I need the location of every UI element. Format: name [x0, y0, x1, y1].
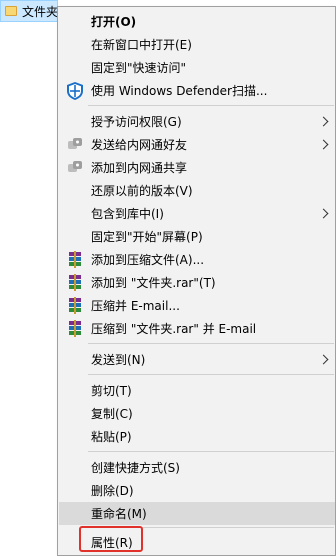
- winrar-icon: [69, 250, 81, 268]
- menu-item-open-new-window[interactable]: 在新窗口中打开(E): [59, 33, 335, 56]
- menu-item-paste[interactable]: 粘贴(P): [59, 425, 335, 448]
- menu-separator: [88, 451, 334, 452]
- menu-item-label: 在新窗口中打开(E): [91, 38, 192, 52]
- context-menu: 打开(O) 在新窗口中打开(E) 固定到"快速访问" 使用 Windows De…: [57, 6, 336, 556]
- menu-item-include-in-library[interactable]: 包含到库中(I): [59, 202, 335, 225]
- menu-item-label: 添加到 "文件夹.rar"(T): [91, 276, 216, 290]
- submenu-arrow-icon: [318, 354, 329, 365]
- properties-highlight-box: [79, 526, 143, 552]
- winrar-icon: [69, 296, 81, 314]
- winrar-icon: [69, 319, 81, 337]
- menu-item-label: 添加到内网通共享: [91, 161, 188, 175]
- menu-item-label: 固定到"开始"屏幕(P): [91, 230, 203, 244]
- menu-item-pin-start[interactable]: 固定到"开始"屏幕(P): [59, 225, 335, 248]
- menu-item-label: 授予访问权限(G): [91, 115, 182, 129]
- menu-item-open[interactable]: 打开(O): [59, 10, 335, 33]
- menu-item-compress-rar-email[interactable]: 压缩到 "文件夹.rar" 并 E-mail: [59, 317, 335, 340]
- menu-separator: [88, 105, 334, 106]
- menu-item-label: 压缩到 "文件夹.rar" 并 E-mail: [91, 322, 257, 336]
- folder-label: 文件夹: [22, 4, 58, 19]
- menu-item-label: 添加到压缩文件(A)...: [91, 253, 205, 267]
- menu-item-create-shortcut[interactable]: 创建快捷方式(S): [59, 456, 335, 479]
- menu-item-label: 使用 Windows Defender扫描...: [91, 84, 268, 98]
- menu-item-label: 剪切(T): [91, 384, 132, 398]
- menu-item-add-lan-share[interactable]: 添加到内网通共享: [59, 156, 335, 179]
- menu-item-copy[interactable]: 复制(C): [59, 402, 335, 425]
- menu-item-label: 重命名(M): [91, 507, 147, 521]
- menu-item-label: 压缩并 E-mail...: [91, 299, 180, 313]
- winrar-icon: [69, 273, 81, 291]
- menu-item-label: 删除(D): [91, 484, 134, 498]
- menu-item-cut[interactable]: 剪切(T): [59, 379, 335, 402]
- folder-icon: [5, 6, 17, 16]
- submenu-arrow-icon: [318, 139, 329, 150]
- menu-item-label: 创建快捷方式(S): [91, 461, 180, 475]
- menu-item-rename[interactable]: 重命名(M): [59, 502, 335, 525]
- menu-separator: [88, 343, 334, 344]
- menu-item-label: 复制(C): [91, 407, 133, 421]
- menu-item-compress-email[interactable]: 压缩并 E-mail...: [59, 294, 335, 317]
- menu-item-restore-versions[interactable]: 还原以前的版本(V): [59, 179, 335, 202]
- menu-item-send-to[interactable]: 发送到(N): [59, 348, 335, 371]
- menu-item-label: 发送给内网通好友: [91, 138, 188, 152]
- menu-item-send-to-lan-friend[interactable]: 发送给内网通好友: [59, 133, 335, 156]
- menu-item-delete[interactable]: 删除(D): [59, 479, 335, 502]
- menu-separator: [88, 374, 334, 375]
- desktop-folder-item[interactable]: 文件夹: [0, 0, 58, 22]
- menu-item-label: 固定到"快速访问": [91, 61, 187, 75]
- lan-messenger-icon: [68, 160, 82, 172]
- menu-item-label: 发送到(N): [91, 353, 146, 367]
- menu-item-label: 包含到库中(I): [91, 207, 164, 221]
- menu-item-pin-quick-access[interactable]: 固定到"快速访问": [59, 56, 335, 79]
- menu-item-label: 打开(O): [91, 15, 137, 29]
- menu-item-add-to-rar[interactable]: 添加到 "文件夹.rar"(T): [59, 271, 335, 294]
- submenu-arrow-icon: [318, 116, 329, 127]
- submenu-arrow-icon: [318, 208, 329, 219]
- menu-item-defender-scan[interactable]: 使用 Windows Defender扫描...: [59, 79, 335, 102]
- menu-item-grant-access[interactable]: 授予访问权限(G): [59, 110, 335, 133]
- defender-shield-icon: [67, 81, 83, 100]
- lan-messenger-icon: [68, 137, 82, 149]
- menu-item-label: 还原以前的版本(V): [91, 184, 193, 198]
- menu-item-add-archive[interactable]: 添加到压缩文件(A)...: [59, 248, 335, 271]
- menu-item-label: 粘贴(P): [91, 430, 132, 444]
